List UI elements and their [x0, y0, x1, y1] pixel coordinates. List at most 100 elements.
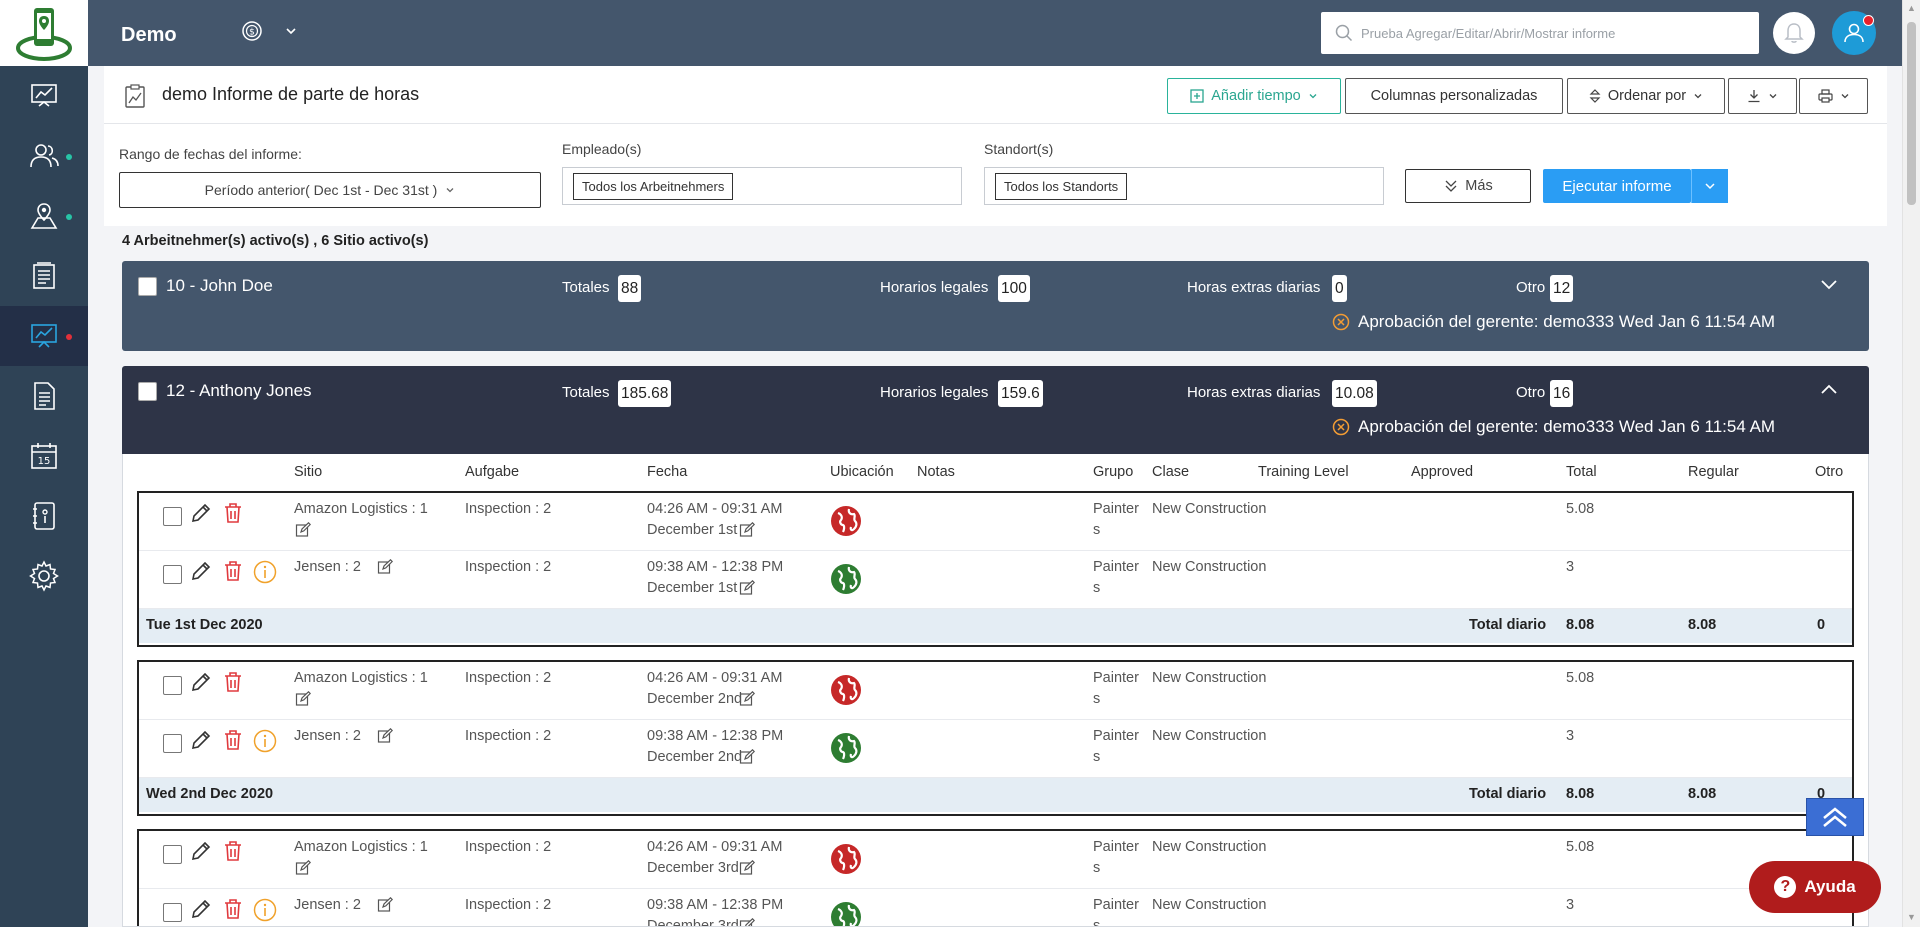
edit-note-icon[interactable] [739, 579, 756, 599]
employees-select[interactable]: Todos los Arbeitnehmers [562, 167, 962, 205]
page-scrollbar[interactable]: ▲ ▼ [1902, 0, 1920, 927]
sidebar-item-users[interactable] [0, 126, 88, 186]
sidebar-item-settings-gear[interactable] [0, 546, 88, 606]
globe-location-icon[interactable] [830, 843, 862, 878]
notifications-button[interactable] [1773, 12, 1815, 54]
edit-note-icon[interactable] [739, 748, 756, 768]
column-header[interactable]: Notas [917, 464, 955, 480]
trash-icon[interactable] [223, 671, 243, 696]
row-checkbox[interactable] [163, 903, 182, 922]
edit-pencil-icon[interactable] [190, 729, 212, 754]
column-header[interactable]: Sitio [294, 464, 322, 480]
globe-location-icon[interactable] [830, 901, 862, 926]
time-entry-row[interactable]: Jensen : 2 Inspection : 2 09:38 AM - 12:38… [139, 889, 1852, 926]
sites-tag[interactable]: Todos los Standorts [995, 173, 1128, 200]
sidebar-item-map-pin[interactable] [0, 186, 88, 246]
edit-pencil-icon[interactable] [190, 898, 212, 923]
trash-icon[interactable] [223, 502, 243, 527]
sidebar-item-reports-chart[interactable] [0, 306, 88, 366]
edit-note-icon[interactable] [377, 896, 394, 916]
column-header[interactable]: Training Level [1258, 464, 1349, 480]
run-report-button[interactable]: Ejecutar informe [1543, 169, 1691, 203]
column-header[interactable]: Grupo [1093, 464, 1133, 480]
download-button[interactable] [1728, 78, 1797, 114]
add-time-button[interactable]: Añadir tiempo [1167, 78, 1341, 114]
globe-location-icon[interactable] [830, 505, 862, 540]
row-checkbox[interactable] [163, 565, 182, 584]
edit-note-icon[interactable] [295, 521, 312, 541]
column-header[interactable]: Ubicación [830, 464, 894, 480]
edit-note-icon[interactable] [377, 558, 394, 578]
edit-pencil-icon[interactable] [190, 560, 212, 585]
info-icon[interactable] [253, 729, 277, 756]
row-checkbox[interactable] [163, 507, 182, 526]
edit-note-icon[interactable] [739, 521, 756, 541]
currency-icon[interactable]: $ [241, 20, 263, 45]
employee-summary-bar[interactable]: 10 - John Doe Totales 88 Horarios legales 10… [122, 261, 1869, 351]
search-input[interactable] [1361, 25, 1741, 41]
edit-pencil-icon[interactable] [190, 502, 212, 527]
time-entry-row[interactable]: Jensen : 2 Inspection : 2 09:38 AM - 12:38… [139, 551, 1852, 609]
edit-pencil-icon[interactable] [190, 671, 212, 696]
globe-location-icon[interactable] [830, 563, 862, 598]
other-label: Otro [1516, 279, 1546, 296]
trash-icon[interactable] [223, 840, 243, 865]
trash-icon[interactable] [223, 729, 243, 754]
chevron-down-icon[interactable] [1820, 277, 1838, 293]
search-box[interactable] [1321, 12, 1759, 54]
column-header[interactable]: Approved [1411, 464, 1473, 480]
sort-by-button[interactable]: Ordenar por [1567, 78, 1725, 114]
edit-note-icon[interactable] [739, 690, 756, 710]
app-logo[interactable] [0, 0, 88, 66]
column-header[interactable]: Fecha [647, 464, 687, 480]
row-checkbox[interactable] [163, 845, 182, 864]
report-filters: Rango de fechas del informe: Período ant… [104, 124, 1887, 226]
sidebar-item-clipboard[interactable] [0, 246, 88, 306]
more-filters-button[interactable]: Más [1405, 169, 1531, 203]
trash-icon[interactable] [223, 898, 243, 923]
help-button[interactable]: ? Ayuda [1749, 861, 1881, 913]
globe-location-icon[interactable] [830, 674, 862, 709]
time-entry-row[interactable]: Amazon Logistics : 1 Inspection : 2 04:26 … [139, 493, 1852, 551]
date-range-select[interactable]: Período anterior( Dec 1st - Dec 31st ) [119, 172, 541, 208]
sidebar-item-dashboard-chart[interactable] [0, 66, 88, 126]
custom-columns-button[interactable]: Columnas personalizadas [1345, 78, 1563, 114]
run-report-dropdown[interactable] [1691, 169, 1728, 203]
column-header[interactable]: Aufgabe [465, 464, 519, 480]
row-checkbox[interactable] [163, 676, 182, 695]
edit-note-icon[interactable] [739, 917, 756, 926]
time-entry-row[interactable]: Jensen : 2 Inspection : 2 09:38 AM - 12:38… [139, 720, 1852, 778]
column-header[interactable]: Total [1566, 464, 1597, 480]
edit-note-icon[interactable] [295, 690, 312, 710]
info-icon[interactable] [253, 898, 277, 925]
column-header[interactable]: Clase [1152, 464, 1189, 480]
chevron-down-icon[interactable] [284, 24, 298, 41]
edit-note-icon[interactable] [295, 859, 312, 879]
edit-pencil-icon[interactable] [190, 840, 212, 865]
globe-location-icon[interactable] [830, 732, 862, 767]
column-header[interactable]: Otro [1815, 464, 1843, 480]
sidebar-item-contacts-book[interactable] [0, 486, 88, 546]
scroll-up-arrow-icon[interactable]: ▲ [1907, 3, 1916, 13]
scrollbar-thumb[interactable] [1907, 22, 1916, 205]
sidebar-item-document[interactable] [0, 366, 88, 426]
employees-tag[interactable]: Todos los Arbeitnehmers [573, 173, 734, 200]
info-icon[interactable] [253, 560, 277, 587]
row-checkbox[interactable] [163, 734, 182, 753]
time-entry-row[interactable]: Amazon Logistics : 1 Inspection : 2 04:26 … [139, 662, 1852, 720]
day-group: Amazon Logistics : 1 Inspection : 2 04:26 … [137, 660, 1854, 816]
sites-select[interactable]: Todos los Standorts [984, 167, 1384, 205]
employee-checkbox[interactable] [138, 277, 157, 296]
scroll-to-top-button[interactable] [1806, 798, 1864, 836]
chevron-up-icon[interactable] [1820, 382, 1838, 398]
edit-note-icon[interactable] [377, 727, 394, 747]
trash-icon[interactable] [223, 560, 243, 585]
column-header[interactable]: Regular [1688, 464, 1739, 480]
time-entry-row[interactable]: Amazon Logistics : 1 Inspection : 2 04:26 … [139, 831, 1852, 889]
edit-note-icon[interactable] [739, 859, 756, 879]
scroll-down-arrow-icon[interactable]: ▼ [1907, 912, 1916, 922]
employee-summary-bar[interactable]: 12 - Anthony Jones Totales 185.68 Horarios … [122, 366, 1869, 454]
employee-checkbox[interactable] [138, 382, 157, 401]
sidebar-item-calendar[interactable]: 15 [0, 426, 88, 486]
print-button[interactable] [1799, 78, 1868, 114]
